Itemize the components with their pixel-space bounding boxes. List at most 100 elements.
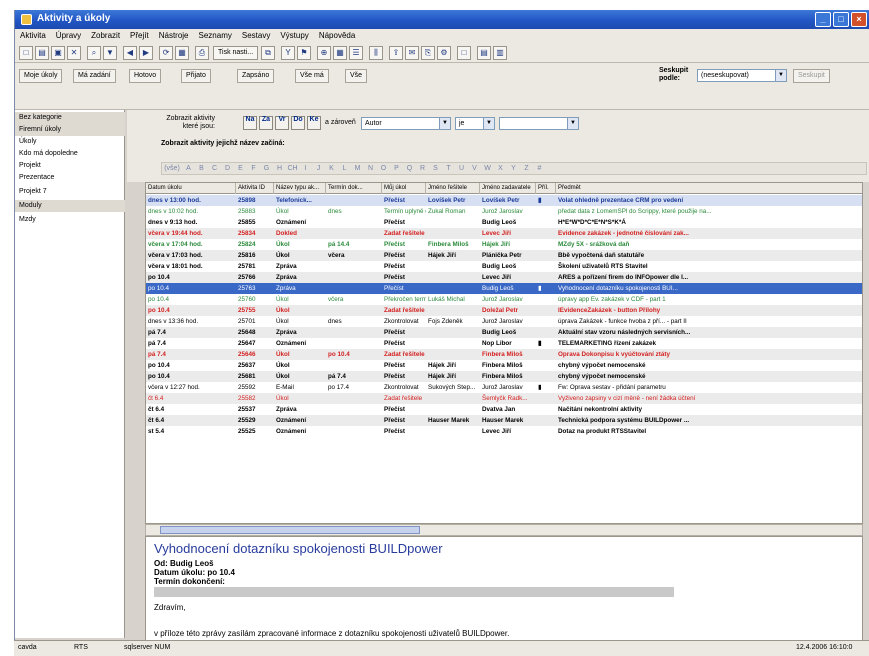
filter-za-button[interactable]: Za	[259, 116, 273, 130]
group-by-select[interactable]: (nesesk­upovat) ▼	[697, 69, 787, 82]
alpha-letter-button[interactable]: V	[468, 163, 481, 174]
table-row[interactable]: včera v 17:03 hod. 25816 Úkol včera Přečíst H…	[146, 250, 862, 261]
column-header[interactable]: Datum úkolu	[146, 183, 236, 194]
alpha-letter-button[interactable]: P	[390, 163, 403, 174]
column-header[interactable]: Můj úkol	[382, 183, 426, 194]
sidebar-item-2[interactable]: Úkoly	[15, 136, 125, 148]
table-row[interactable]: včera v 12:27 hod. 25592 E-Mail po 17.4 Zkon…	[146, 382, 862, 393]
sidebar-item-1[interactable]: Firemní úkoly	[15, 124, 125, 136]
alpha-letter-button[interactable]: X	[494, 163, 507, 174]
menu-item-5[interactable]: Seznamy	[194, 29, 237, 40]
back-icon[interactable]: ◀	[123, 46, 137, 60]
minimize-button[interactable]: _	[815, 12, 831, 27]
my-tasks-button[interactable]: Moje úkoly	[19, 69, 63, 83]
column-header[interactable]: Příl.	[536, 183, 556, 194]
table-row[interactable]: dnes v 13:00 hod. 25898 Telefonick... Přečí…	[146, 195, 862, 206]
alpha-all-button[interactable]: (vše)	[162, 163, 182, 174]
table-row[interactable]: čt 6.4 25537 Zpráva Přečíst Dvatva Jan Načítá…	[146, 404, 862, 415]
alpha-letter-button[interactable]: #	[533, 163, 546, 174]
filter-vr-button[interactable]: Vr	[275, 116, 289, 130]
alpha-letter-button[interactable]: Y	[507, 163, 520, 174]
open-icon[interactable]: ▤	[35, 46, 49, 60]
menu-item-6[interactable]: Sestavy	[237, 29, 275, 40]
column-header[interactable]: Předmět	[556, 183, 862, 194]
alpha-letter-button[interactable]: Z	[520, 163, 533, 174]
filter-active-icon[interactable]: Y	[281, 46, 295, 60]
menu-item-8[interactable]: Nápověda	[314, 29, 360, 40]
recorded-button[interactable]: Zapsáno	[237, 69, 275, 83]
operator-select[interactable]: je ▼	[455, 117, 495, 130]
filter-na-button[interactable]: Na	[243, 116, 257, 130]
table-row[interactable]: pá 7.4 25648 Zpráva Přečíst Budig Leoš Aktuál…	[146, 327, 862, 338]
table-row[interactable]: po 10.4 25760 Úkol včera Překročen termínLuk…	[146, 294, 862, 305]
new-icon[interactable]: □	[19, 46, 33, 60]
alpha-letter-button[interactable]: I	[299, 163, 312, 174]
accepted-button[interactable]: Přijato	[181, 69, 211, 83]
alpha-letter-button[interactable]: D	[221, 163, 234, 174]
filter-value-input[interactable]: ▼	[499, 117, 579, 130]
table-row[interactable]: po 10.4 25755 Úkol Zadat řešitele Doležal Pe…	[146, 305, 862, 316]
alpha-letter-button[interactable]: K	[325, 163, 338, 174]
save-icon[interactable]: ▣	[51, 46, 65, 60]
list-view-icon[interactable]: ☰	[349, 46, 363, 60]
alpha-letter-button[interactable]: G	[260, 163, 273, 174]
alpha-letter-button[interactable]: E	[234, 163, 247, 174]
alpha-letter-button[interactable]: N	[364, 163, 377, 174]
field-select[interactable]: Autor ▼	[361, 117, 451, 130]
column-header[interactable]: Jméno řešitele	[426, 183, 480, 194]
my-assigned-button[interactable]: Má zadání	[73, 69, 116, 83]
done-button[interactable]: Hotovo	[129, 69, 162, 83]
filter-do-button[interactable]: Do	[291, 116, 305, 130]
alpha-letter-button[interactable]: B	[195, 163, 208, 174]
alpha-letter-button[interactable]: C	[208, 163, 221, 174]
maximize-button[interactable]: □	[833, 12, 849, 27]
table-row[interactable]: pá 7.4 25646 Úkol po 10.4 Zadat řešitele Finb…	[146, 349, 862, 360]
column-header[interactable]: Termín dok...	[326, 183, 382, 194]
table-row[interactable]: čt 6.4 25529 Oznámení Přečíst Hauser Marek Ha…	[146, 415, 862, 426]
table-row[interactable]: dnes v 9:13 hod. 25855 Oznámení Přečíst Budi…	[146, 217, 862, 228]
delete-icon[interactable]: ✕	[67, 46, 81, 60]
table-row[interactable]: dnes v 10:02 hod. 25883 Úkol dnes Termín upl…	[146, 206, 862, 217]
menu-item-2[interactable]: Zobrazit	[86, 29, 125, 40]
column-header[interactable]: Jméno zadavatele	[480, 183, 536, 194]
options-icon[interactable]: ⚙	[437, 46, 451, 60]
table-row[interactable]: po 10.4 25681 Úkol pá 7.4 Přečíst Hájek Jiří F…	[146, 371, 862, 382]
scrollbar-thumb[interactable]	[160, 526, 420, 534]
sidebar-item-4[interactable]: Projekt	[15, 160, 125, 172]
table-row[interactable]: včera v 19:44 hod. 25834 Dokled Zadat řešit…	[146, 228, 862, 239]
alpha-letter-button[interactable]: O	[377, 163, 390, 174]
mail-icon[interactable]: ✉	[405, 46, 419, 60]
alpha-letter-button[interactable]: A	[182, 163, 195, 174]
menu-item-3[interactable]: Přejít	[125, 29, 154, 40]
sidebar-item-5[interactable]: Prezentace	[15, 172, 125, 184]
table-row[interactable]: včera v 18:01 hod. 25781 Zpráva Přečíst Budi…	[146, 261, 862, 272]
columns-icon[interactable]: ⫼	[369, 46, 383, 60]
zoom-icon[interactable]: ⊕	[317, 46, 331, 60]
calendar-icon[interactable]: ▤	[477, 46, 491, 60]
group-by-button[interactable]: Seskupit	[793, 69, 830, 83]
alpha-letter-button[interactable]: M	[351, 163, 364, 174]
export-icon[interactable]: ⇪	[389, 46, 403, 60]
all-mine-button[interactable]: Vše má	[295, 69, 329, 83]
window-icon[interactable]: □	[457, 46, 471, 60]
table-row[interactable]: dnes v 13:36 hod. 25701 Úkol dnes Zkontrolov…	[146, 316, 862, 327]
sidebar-item-7[interactable]: Moduly	[15, 200, 125, 212]
preview-icon[interactable]: ▦	[175, 46, 189, 60]
table-row[interactable]: včera v 17:04 hod. 25824 Úkol pá 14.4 Přečís…	[146, 239, 862, 250]
alpha-letter-button[interactable]: Q	[403, 163, 416, 174]
menu-item-4[interactable]: Nástroje	[154, 29, 194, 40]
alpha-letter-button[interactable]: S	[429, 163, 442, 174]
table-row[interactable]: po 10.4 25637 Úkol Přečíst Hájek Jiří Finbera…	[146, 360, 862, 371]
menu-item-7[interactable]: Výstupy	[275, 29, 313, 40]
print-icon[interactable]: ⎙	[195, 46, 209, 60]
sidebar-item-0[interactable]: Bez kategorie	[15, 112, 125, 124]
horizontal-scrollbar[interactable]	[145, 524, 863, 536]
sidebar-item-8[interactable]: Mzdy	[15, 214, 125, 226]
close-button[interactable]: ×	[851, 12, 867, 27]
flag-icon[interactable]: ⚑	[297, 46, 311, 60]
filter-icon[interactable]: ▼	[103, 46, 117, 60]
table-row[interactable]: pá 7.4 25647 Oznámení Přečíst Nop Libor ▮ TELE…	[146, 338, 862, 349]
find-icon[interactable]: ⌕	[87, 46, 101, 60]
alpha-letter-button[interactable]: U	[455, 163, 468, 174]
sidebar-item-6[interactable]: Projekt 7	[15, 186, 125, 198]
